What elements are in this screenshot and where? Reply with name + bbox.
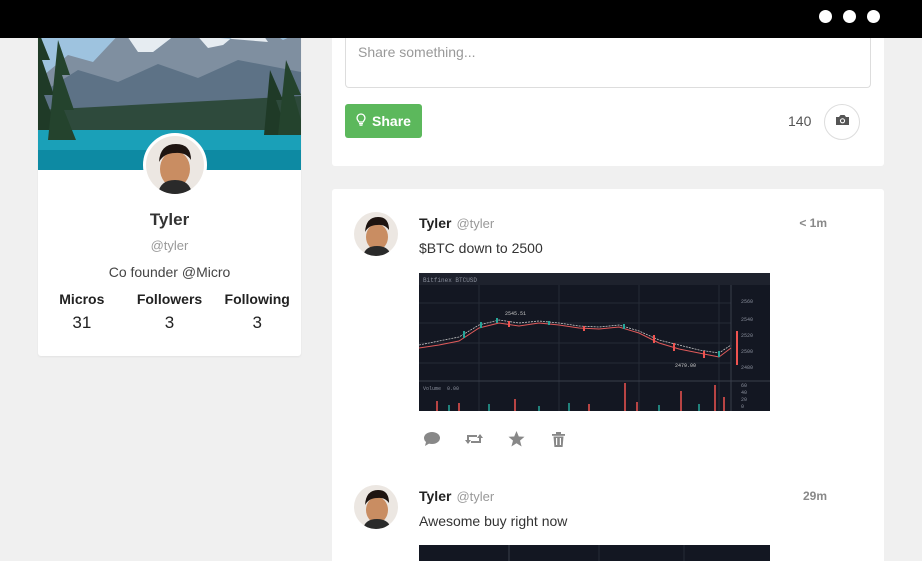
window-dot-icon[interactable] [843,10,856,23]
post-avatar[interactable] [354,485,398,529]
post-avatar[interactable] [354,212,398,256]
star-icon[interactable] [506,429,526,449]
chart-volume-tick: 0 [741,404,744,410]
post-author-name: Tyler [419,488,452,504]
share-label: Share [372,113,411,129]
window-dot-icon[interactable] [867,10,880,23]
chart-price-tick: 2560 [741,299,753,305]
post-timestamp: 29m [802,489,827,503]
post-handle: @tyler [456,216,495,231]
comment-icon[interactable] [422,429,442,449]
feed-post: Tyler @tyler < 1m $BTC down to 2500 Bitfi… [332,189,884,469]
post-handle: @tyler [456,489,495,504]
lightbulb-icon [356,113,366,129]
window-controls [819,10,880,23]
chart-volume-tick: 40 [741,390,747,396]
chart-volume-tick: 60 [741,383,747,389]
share-button[interactable]: Share [345,104,422,138]
chart-high-label: 2545.51 [505,311,526,317]
chart-price-tick: 2500 [741,349,753,355]
profile-handle: @tyler [150,238,189,253]
post-timestamp: < 1m [799,216,827,230]
stat-value: 3 [252,313,262,332]
stat-following[interactable]: Following 3 [213,291,301,333]
chart-price-tick: 2520 [741,333,753,339]
chart-volume-tick: 20 [741,397,747,403]
feed-post: Tyler @tyler 29m Awesome buy right now [332,463,884,561]
chart-volume-label: Volume [423,386,441,392]
post-chart-image[interactable]: Bitfinex BTCUSD 2545.51 2479.00 2560 254… [419,273,770,411]
stat-value: 31 [72,313,92,332]
camera-icon [835,113,850,131]
chart-toolbar-label: Bitfinex BTCUSD [423,277,477,284]
chart-price-tick: 2480 [741,365,753,371]
stat-micros[interactable]: Micros 31 [38,291,126,333]
chart-price-tick: 2540 [741,317,753,323]
stat-label: Followers [136,291,203,307]
character-count: 140 [788,113,812,129]
profile-bio: Co founder @Micro [108,264,231,280]
camera-button[interactable] [824,104,860,140]
retweet-icon[interactable] [464,429,484,449]
profile-stats: Micros 31 Followers 3 Following 3 [38,291,301,333]
stat-label: Micros [59,291,105,307]
feed-card: Tyler @tyler < 1m $BTC down to 2500 Bitfi… [332,189,884,561]
post-author[interactable]: Tyler @tyler [419,488,494,504]
profile-card: Tyler @tyler Co founder @Micro Micros 31… [38,0,301,356]
post-author-name: Tyler [419,215,452,231]
profile-name[interactable]: Tyler [38,210,301,230]
stat-value: 3 [164,313,175,332]
trash-icon[interactable] [548,429,568,449]
post-actions [422,429,568,449]
chart-low-label: 2479.00 [675,363,696,369]
chart-volume-value: 0.00 [447,386,459,392]
stat-label: Following [224,291,290,307]
post-author[interactable]: Tyler @tyler [419,215,494,231]
post-text: $BTC down to 2500 [419,240,543,256]
share-input[interactable] [345,30,871,88]
post-chart-image[interactable] [419,545,770,561]
window-top-bar [0,0,922,38]
profile-avatar[interactable] [143,133,207,197]
stat-followers[interactable]: Followers 3 [126,291,214,333]
window-dot-icon[interactable] [819,10,832,23]
post-text: Awesome buy right now [419,513,568,529]
